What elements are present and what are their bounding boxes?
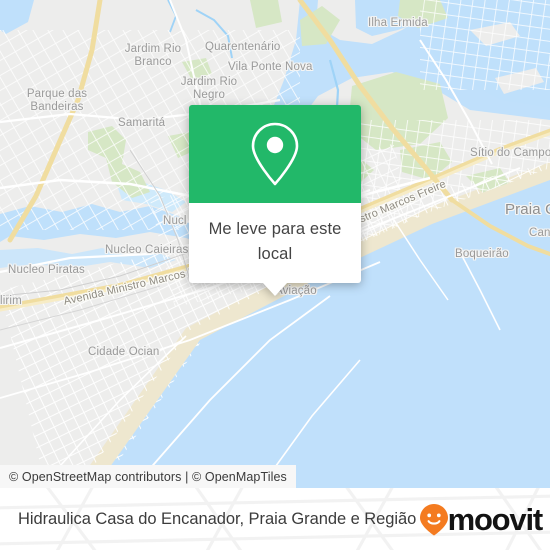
bottom-bar: Hidraulica Casa do Encanador, Praia Gran…: [0, 488, 550, 550]
map-popup-card[interactable]: Me leve para este local: [189, 105, 361, 296]
popup-tail: [262, 282, 288, 296]
attribution-text: © OpenStreetMap contributors | © OpenMap…: [9, 469, 287, 484]
moovit-smiley-pin-icon: [419, 503, 448, 535]
popup-header: [189, 105, 361, 203]
map-canvas[interactable]: Ilha Ermida Quarentenário Jardim Rio Bran…: [0, 0, 550, 488]
popup-label: Me leve para este local: [189, 203, 361, 283]
moovit-wordmark: moovit: [447, 501, 544, 537]
page-title: Hidraulica Casa do Encanador, Praia Gran…: [18, 509, 417, 528]
map-attribution[interactable]: © OpenStreetMap contributors | © OpenMap…: [0, 465, 296, 488]
map-pin-icon: [251, 122, 299, 186]
moovit-map-page: Ilha Ermida Quarentenário Jardim Rio Bran…: [0, 0, 550, 550]
moovit-logo[interactable]: moovit: [419, 501, 544, 537]
